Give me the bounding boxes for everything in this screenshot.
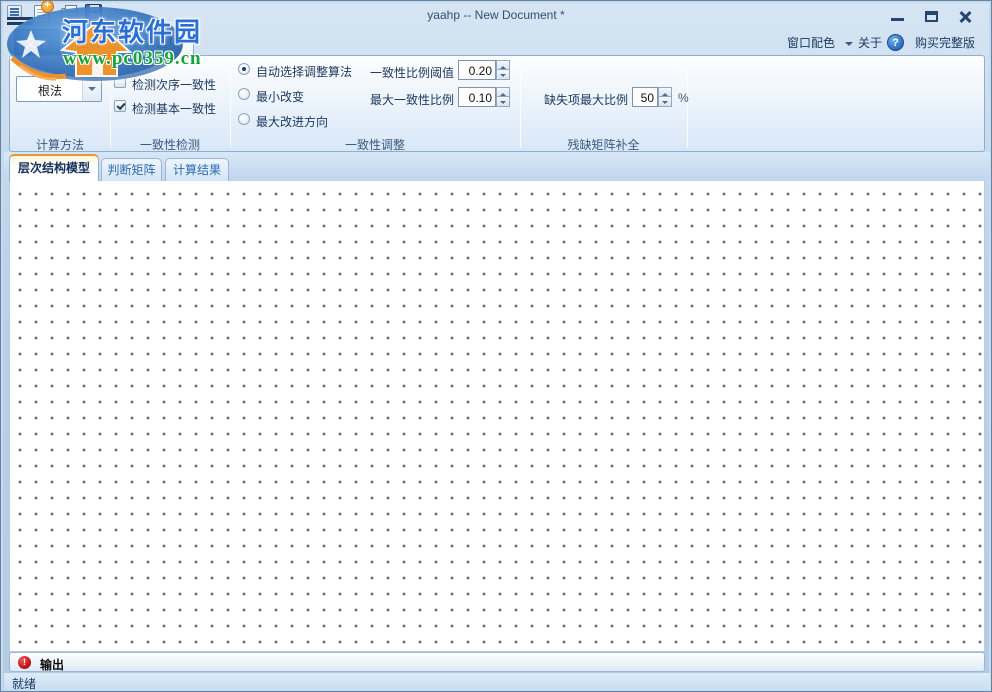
doctab-calc-results[interactable]: 计算结果: [165, 158, 229, 181]
help-icon[interactable]: ?: [887, 34, 904, 51]
checkbox-label: 检测次序一致性: [132, 76, 216, 93]
spinner-value[interactable]: 50: [632, 87, 658, 107]
minimize-icon: [891, 18, 904, 21]
spin-up-icon[interactable]: [658, 87, 672, 97]
alert-icon: !: [18, 656, 31, 669]
buy-full-version-menu[interactable]: 购买完整版: [915, 34, 975, 52]
radio-label: 自动选择调整算法: [256, 63, 352, 80]
cr-threshold-spinner[interactable]: 0.20: [458, 60, 510, 80]
alert-exclamation: !: [18, 656, 31, 669]
output-panel-label: 输出: [40, 656, 64, 673]
window-color-menu[interactable]: 窗口配色: [787, 34, 835, 52]
output-panel-header[interactable]: ! 输出: [9, 652, 985, 672]
group-label-consistency-adjust: 一致性调整: [230, 136, 520, 153]
model-canvas[interactable]: [9, 181, 985, 651]
chevron-down-icon[interactable]: [845, 42, 853, 50]
spin-down-icon[interactable]: [658, 97, 672, 107]
spinner-buttons: [496, 60, 510, 80]
radio-unselected[interactable]: [238, 113, 250, 125]
maximize-button[interactable]: [919, 9, 945, 25]
maximize-icon: [925, 11, 938, 22]
title-bar[interactable]: yaahp -- New Document *: [1, 1, 991, 29]
radio-unselected[interactable]: [238, 88, 250, 100]
document-tab-bar: 层次结构模型 判断矩阵 计算结果: [4, 152, 990, 181]
spin-up-icon[interactable]: [496, 60, 510, 70]
group-label-calc-method: 计算方法: [10, 136, 110, 153]
spinner-label-cr-threshold: 一致性比例阈值: [344, 64, 454, 81]
ribbon-panel: 根法 计算方法 检测次序一致性 检测基本一致性 一致性检测 自动选择调整算法 最…: [9, 55, 985, 152]
tab-home[interactable]: 主页: [63, 29, 115, 55]
calc-method-combobox[interactable]: 根法: [16, 76, 102, 102]
checkbox-unchecked[interactable]: [114, 76, 126, 88]
group-label-consistency-check: 一致性检测: [110, 136, 230, 153]
chevron-down-icon: [88, 87, 96, 95]
status-bar: 就绪: [4, 673, 990, 690]
combobox-dropdown-button[interactable]: [82, 77, 101, 101]
spinner-buttons: [496, 87, 510, 107]
spin-down-icon[interactable]: [496, 70, 510, 80]
status-text: 就绪: [12, 675, 36, 692]
spin-down-icon[interactable]: [496, 97, 510, 107]
checkbox-checked[interactable]: [114, 100, 126, 112]
spinner-value[interactable]: 0.10: [458, 87, 496, 107]
close-button[interactable]: [951, 9, 977, 25]
spinner-buttons: [658, 87, 672, 107]
tab-file[interactable]: 文件: [14, 29, 60, 56]
group-separator: [110, 61, 111, 148]
about-menu[interactable]: 关于: [858, 34, 882, 52]
missing-ratio-spinner[interactable]: 50: [632, 87, 672, 107]
app-window: yaahp -- New Document * 文件 主页 计算选项 窗口配色 …: [0, 0, 992, 692]
spinner-label-missing-ratio: 缺失项最大比例: [522, 91, 628, 108]
window-title: yaahp -- New Document *: [1, 8, 991, 22]
radio-label: 最小改变: [256, 88, 304, 105]
radio-label: 最大改进方向: [256, 113, 328, 130]
group-label-incomplete-matrix: 残缺矩阵补全: [520, 136, 687, 153]
max-cr-spinner[interactable]: 0.10: [458, 87, 510, 107]
radio-selected[interactable]: [238, 63, 250, 75]
spinner-label-max-cr: 最大一致性比例: [344, 91, 454, 108]
tab-calc-options[interactable]: 计算选项: [118, 29, 194, 56]
group-separator: [230, 61, 231, 148]
group-separator: [520, 61, 521, 148]
checkbox-label: 检测基本一致性: [132, 100, 216, 117]
percent-suffix: %: [678, 91, 689, 105]
close-icon: [958, 10, 972, 24]
minimize-button[interactable]: [885, 9, 911, 25]
spin-up-icon[interactable]: [496, 87, 510, 97]
doctab-judgment-matrix[interactable]: 判断矩阵: [101, 158, 162, 181]
combobox-value: 根法: [17, 82, 83, 99]
spinner-value[interactable]: 0.20: [458, 60, 496, 80]
doctab-hierarchy-model[interactable]: 层次结构模型: [9, 154, 99, 181]
